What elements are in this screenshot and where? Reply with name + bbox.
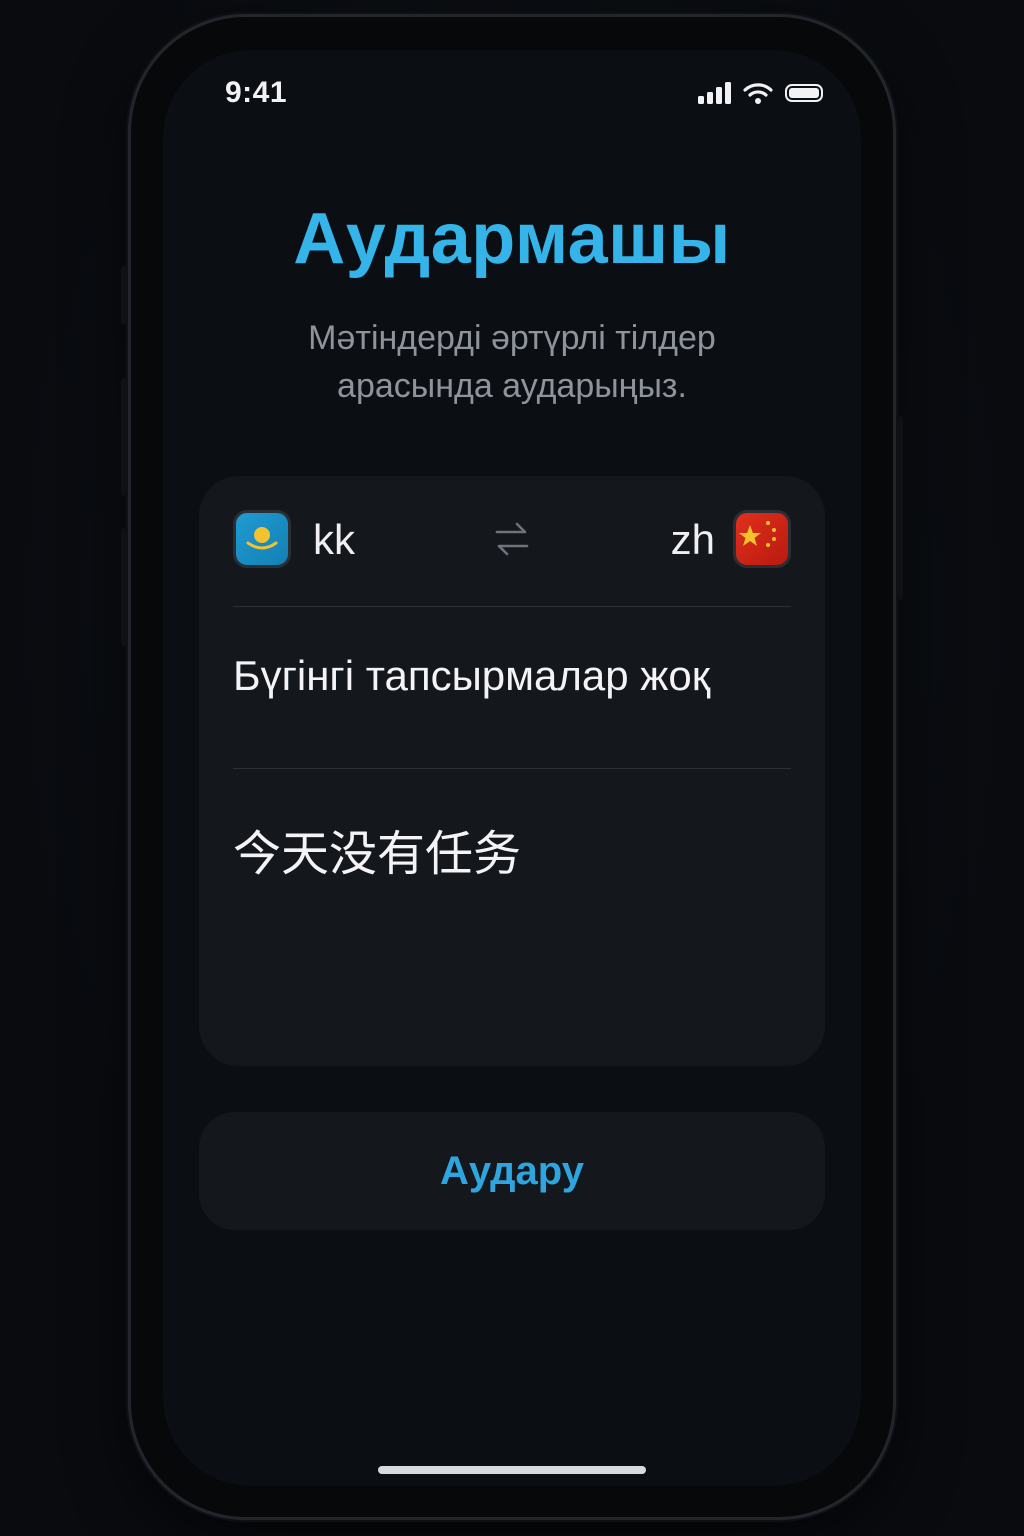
translation-result: 今天没有任务	[233, 826, 522, 882]
source-text-input[interactable]: Бүгінгі тапсырмалар жоқ	[233, 652, 795, 700]
battery-icon	[785, 84, 823, 102]
card-divider-top	[233, 606, 791, 607]
action-button	[121, 266, 127, 324]
stage: 9:41 Аудармашы Мәтіндерді әртүрлі тілдер…	[0, 0, 1024, 1536]
source-language-code[interactable]: kk	[313, 516, 355, 564]
power-button	[897, 416, 903, 600]
home-indicator[interactable]	[378, 1466, 646, 1474]
card-divider-bottom	[233, 768, 791, 769]
status-time: 9:41	[225, 76, 288, 109]
app-title: Аудармашы	[293, 199, 731, 279]
translation-card: kk zh Бүгінгі тапсырмалар жоқ 今天没有任务	[199, 476, 825, 1066]
language-selector-row: kk zh	[233, 510, 791, 572]
translate-button[interactable]: Аудару	[199, 1112, 825, 1230]
volume-down-button	[121, 528, 127, 646]
phone-screen: 9:41 Аудармашы Мәтіндерді әртүрлі тілдер…	[163, 50, 861, 1486]
target-language-code[interactable]: zh	[671, 516, 715, 564]
translate-button-label: Аудару	[440, 1148, 584, 1193]
swap-arrows-icon[interactable]	[493, 518, 531, 560]
wifi-icon	[743, 83, 773, 104]
volume-up-button	[121, 378, 127, 496]
china-flag-icon[interactable]	[733, 510, 791, 568]
cellular-signal-icon	[698, 82, 731, 104]
kazakhstan-emblem-icon	[246, 527, 278, 550]
status-icons	[698, 82, 823, 104]
china-stars-icon	[739, 521, 776, 547]
app-subtitle: Мәтіндерді әртүрлі тілдер арасында аудар…	[308, 319, 716, 405]
kazakhstan-flag-icon[interactable]	[233, 510, 291, 568]
